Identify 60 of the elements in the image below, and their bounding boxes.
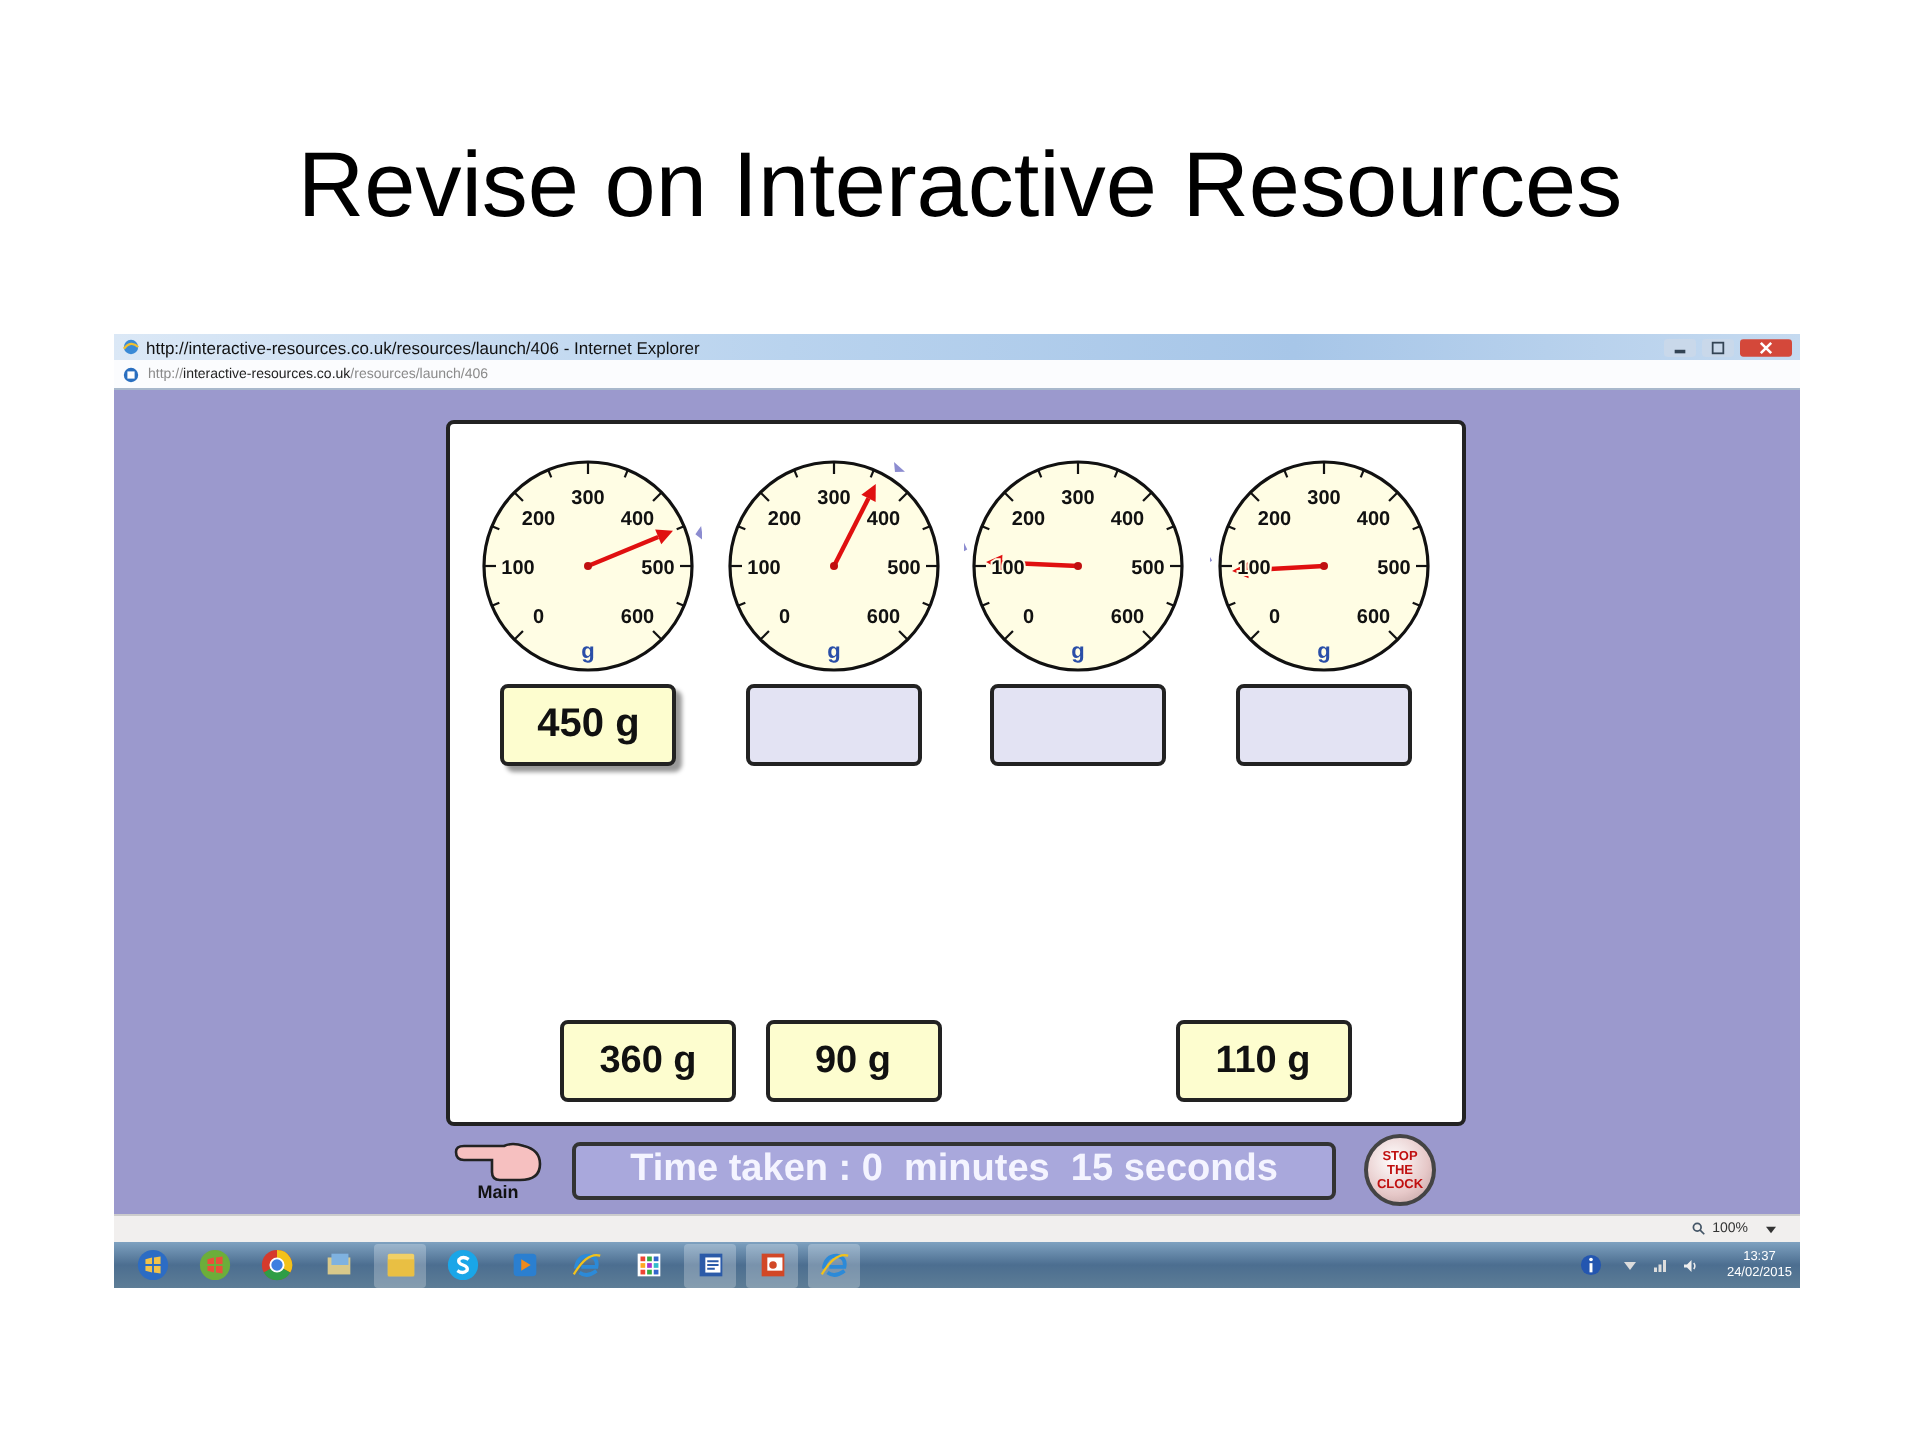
scale-label: 400 (621, 508, 655, 531)
signal-icon[interactable] (1654, 1259, 1667, 1271)
scale-label: 400 (866, 508, 900, 531)
browser-icon (122, 338, 140, 356)
start-button[interactable] (135, 1248, 169, 1282)
unit-label: g (826, 640, 841, 664)
scale-label: 100 (501, 558, 536, 580)
minimize-button[interactable] (1664, 337, 1696, 357)
weight-card[interactable]: 110 g (1175, 1020, 1351, 1102)
browser-icon[interactable] (569, 1248, 603, 1282)
scale-label: 300 (1306, 488, 1341, 510)
scale-label: 500 (886, 558, 921, 580)
scale-label: 200 (1012, 508, 1046, 531)
answer-box[interactable]: 450 g (500, 684, 677, 766)
window-title: http://interactive-resources.co.uk/resources/launch/406 - Internet Explorer (146, 337, 700, 357)
scale-label: 600 (1111, 607, 1145, 630)
chat-icon[interactable] (445, 1248, 479, 1282)
marker-icon (964, 540, 968, 555)
browser-icon[interactable] (259, 1248, 293, 1282)
scale-label: 100 (991, 558, 1026, 580)
caret-icon[interactable] (1766, 1225, 1776, 1233)
scale-label: 200 (767, 508, 801, 531)
arrow-icon[interactable] (1624, 1259, 1637, 1271)
answer-box[interactable] (1235, 684, 1412, 766)
scale-label: 200 (1257, 508, 1291, 531)
scale-label: 100 (746, 558, 781, 580)
unit-label: g (1316, 640, 1331, 664)
answer-box[interactable] (745, 684, 922, 766)
scale-label: 200 (522, 508, 556, 531)
scale-label: 400 (1356, 508, 1390, 531)
scale-label: 0 (1023, 607, 1035, 630)
scale-label: 500 (1131, 558, 1166, 580)
scale-label: 0 (778, 607, 790, 630)
marker-icon (893, 462, 905, 473)
scale-label: 600 (1356, 607, 1390, 630)
close-button[interactable] (1740, 337, 1792, 357)
page-icon (122, 365, 140, 383)
info-icon[interactable] (1580, 1254, 1603, 1276)
answer-box[interactable] (990, 684, 1167, 766)
scale-label: 0 (1268, 607, 1280, 630)
timer-display: Time taken : 0 minutes 15 seconds (572, 1141, 1336, 1199)
scale-label: 500 (1376, 558, 1411, 580)
speaker-icon[interactable] (1684, 1259, 1697, 1271)
scale-label: 400 (1111, 508, 1145, 531)
unit-label: g (1071, 640, 1086, 664)
weight-card[interactable]: 90 g (765, 1020, 941, 1102)
zoom-icon (1692, 1222, 1707, 1236)
scale-label: 600 (621, 607, 655, 630)
scale-label: 300 (571, 488, 606, 510)
main-label[interactable]: Main (477, 1181, 519, 1201)
scale-label: 300 (816, 488, 851, 510)
scale-label: 0 (533, 607, 545, 630)
slide-title: Revise on Interactive Resources (297, 130, 1623, 240)
pointing-hand-icon[interactable] (452, 1139, 544, 1183)
unit-label: g (581, 640, 596, 664)
scale-label: 600 (866, 607, 900, 630)
weight-card[interactable]: 360 g (560, 1020, 736, 1102)
maximize-button[interactable] (1702, 337, 1734, 357)
scale-label: 300 (1061, 488, 1096, 510)
scale-label: 500 (641, 558, 676, 580)
